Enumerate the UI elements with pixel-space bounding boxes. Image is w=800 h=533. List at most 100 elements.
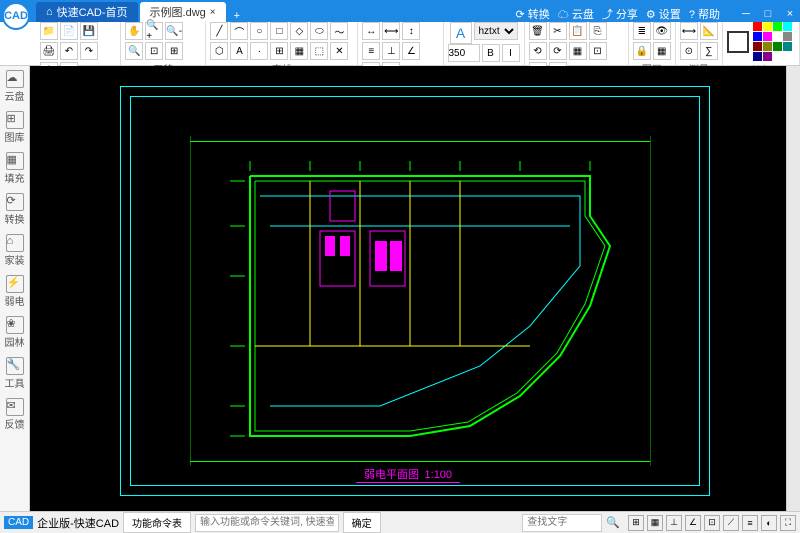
minimize-button[interactable]: ─ [736, 6, 756, 22]
color-swatch[interactable] [753, 42, 762, 51]
model-toggle[interactable]: ◐ [761, 515, 777, 531]
edit-tool-button[interactable]: 📋 [569, 22, 587, 40]
color-swatch[interactable] [753, 52, 762, 61]
add-tab-button[interactable]: + [228, 10, 246, 22]
draw-tool-button[interactable]: ⊞ [270, 42, 288, 60]
fullscreen-toggle[interactable]: ⛶ [780, 515, 796, 531]
edit-tool-button[interactable]: ⎘ [589, 22, 607, 40]
sidebar-item-云盘[interactable]: ☁云盘 [5, 70, 25, 103]
bold-button[interactable]: B [482, 44, 500, 62]
color-swatch[interactable] [753, 32, 762, 41]
app-logo[interactable]: CAD [2, 2, 30, 30]
annotate-tool-button[interactable]: ⟷ [382, 22, 400, 40]
draw-tool-button[interactable]: ▦ [290, 42, 308, 60]
draw-tool-button[interactable]: □ [270, 22, 288, 40]
vertical-scrollbar[interactable] [786, 66, 800, 511]
edit-tool-button[interactable]: ✂ [549, 22, 567, 40]
annotate-tool-button[interactable]: ↔ [362, 22, 380, 40]
layer-tool-button[interactable]: ▦ [653, 42, 671, 60]
sidebar-item-转换[interactable]: ⟳转换 [5, 193, 25, 226]
file-tool-button[interactable]: 📄 [60, 22, 78, 40]
current-color[interactable] [727, 31, 749, 53]
measure-tool-button[interactable]: ⊙ [680, 42, 698, 60]
italic-button[interactable]: I [502, 44, 520, 62]
annotate-tool-button[interactable]: ∠ [402, 42, 420, 60]
sidebar-item-填充[interactable]: ▦填充 [5, 152, 25, 185]
annotate-tool-button[interactable]: ⊥ [382, 42, 400, 60]
color-swatch[interactable] [773, 42, 782, 51]
draw-tool-button[interactable]: ～ [330, 22, 348, 40]
pan-tool-button[interactable]: 🔍+ [145, 22, 163, 40]
command-input[interactable] [195, 514, 339, 532]
sidebar-item-弱电[interactable]: ⚡弱电 [5, 275, 25, 308]
osnap-toggle[interactable]: ⊡ [704, 515, 720, 531]
draw-tool-button[interactable]: ✕ [330, 42, 348, 60]
tab-home[interactable]: ⌂快速CAD-首页 [36, 2, 138, 22]
draw-tool-button[interactable]: ⬭ [310, 22, 328, 40]
color-swatch[interactable] [773, 22, 782, 31]
font-size-input[interactable] [448, 44, 480, 62]
convert-button[interactable]: ⟳ 转换 [515, 6, 549, 22]
layer-tool-button[interactable]: ≣ [633, 22, 651, 40]
drawing-canvas[interactable]: 弱电平面图 1:100 [30, 66, 786, 511]
tab-document[interactable]: 示例图.dwg× [140, 2, 226, 22]
file-tool-button[interactable]: 📁 [40, 22, 58, 40]
confirm-button[interactable]: 确定 [343, 512, 381, 533]
grid-toggle[interactable]: ▦ [647, 515, 663, 531]
sidebar-item-反馈[interactable]: ✉反馈 [5, 398, 25, 431]
help-button[interactable]: ? 帮助 [689, 6, 720, 22]
draw-tool-button[interactable]: ○ [250, 22, 268, 40]
polar-toggle[interactable]: ∠ [685, 515, 701, 531]
search-icon[interactable]: 🔍 [606, 516, 620, 529]
pan-tool-button[interactable]: 🔍 [125, 42, 143, 60]
color-swatch[interactable] [763, 22, 772, 31]
measure-tool-button[interactable]: 📐 [700, 22, 718, 40]
file-tool-button[interactable]: 💾 [80, 22, 98, 40]
color-swatch[interactable] [773, 32, 782, 41]
cmd-table-button[interactable]: 功能命令表 [123, 512, 191, 533]
draw-tool-button[interactable]: A [230, 42, 248, 60]
layer-tool-button[interactable]: 🔒 [633, 42, 651, 60]
cloud-button[interactable]: ☁ 云盘 [558, 6, 594, 22]
annotate-tool-button[interactable]: ↕ [402, 22, 420, 40]
lweight-toggle[interactable]: ≡ [742, 515, 758, 531]
draw-tool-button[interactable]: · [250, 42, 268, 60]
draw-tool-button[interactable]: ╱ [210, 22, 228, 40]
pan-tool-button[interactable]: 🔍- [165, 22, 183, 40]
color-swatch[interactable] [783, 22, 792, 31]
pan-tool-button[interactable]: ⊡ [145, 42, 163, 60]
sidebar-item-图库[interactable]: ⊞图库 [5, 111, 25, 144]
color-swatch[interactable] [753, 22, 762, 31]
close-button[interactable]: × [780, 6, 800, 22]
file-tool-button[interactable]: ↶ [60, 42, 78, 60]
color-swatch[interactable] [763, 52, 772, 61]
text-tool-button[interactable]: A [450, 22, 472, 44]
sidebar-item-工具[interactable]: 🔧工具 [5, 357, 25, 390]
snap-toggle[interactable]: ⊞ [628, 515, 644, 531]
pan-tool-button[interactable]: ✋ [125, 22, 143, 40]
edit-tool-button[interactable]: 🗑 [529, 22, 547, 40]
maximize-button[interactable]: □ [758, 6, 778, 22]
draw-tool-button[interactable]: ⌒ [230, 22, 248, 40]
measure-tool-button[interactable]: ⟷ [680, 22, 698, 40]
font-select[interactable]: hztxt [474, 22, 518, 40]
sidebar-item-家装[interactable]: ⌂家装 [5, 234, 25, 267]
search-input[interactable] [522, 514, 602, 532]
edit-tool-button[interactable]: ⟲ [529, 42, 547, 60]
draw-tool-button[interactable]: ⬡ [210, 42, 228, 60]
color-swatch[interactable] [763, 32, 772, 41]
measure-tool-button[interactable]: ∑ [700, 42, 718, 60]
otrack-toggle[interactable]: ⟋ [723, 515, 739, 531]
edit-tool-button[interactable]: ⟳ [549, 42, 567, 60]
draw-tool-button[interactable]: ⬚ [310, 42, 328, 60]
edit-tool-button[interactable]: ⊡ [589, 42, 607, 60]
sidebar-item-园林[interactable]: ❀园林 [5, 316, 25, 349]
color-swatch[interactable] [783, 42, 792, 51]
close-icon[interactable]: × [210, 7, 216, 18]
file-tool-button[interactable]: ↷ [80, 42, 98, 60]
file-tool-button[interactable]: 🖨 [40, 42, 58, 60]
annotate-tool-button[interactable]: ≡ [362, 42, 380, 60]
color-swatch[interactable] [783, 32, 792, 41]
share-button[interactable]: ⤴ 分享 [602, 6, 638, 22]
draw-tool-button[interactable]: ◇ [290, 22, 308, 40]
